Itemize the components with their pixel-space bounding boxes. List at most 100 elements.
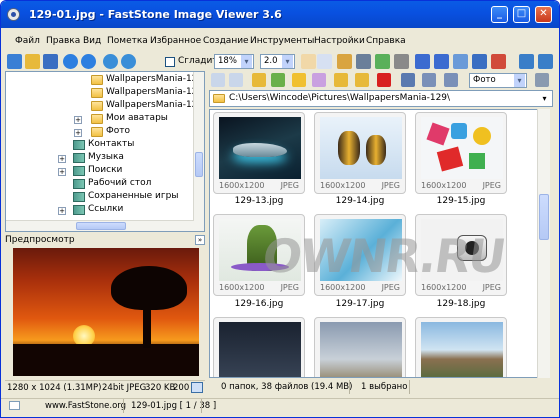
tree-vertical-scrollbar[interactable] [193,72,204,231]
shape-yellow [473,127,491,145]
thumbnails-icon[interactable] [401,73,415,87]
expand-icon[interactable]: + [74,129,82,137]
fit-icon[interactable] [191,382,203,393]
view-select[interactable]: Фото [469,73,527,88]
folder-icon [91,75,103,85]
fullscreen-icon[interactable] [472,54,487,69]
folder-icon [91,101,103,111]
rotate-left-icon[interactable] [415,54,430,69]
up-folder-icon[interactable] [252,73,266,87]
resize-icon[interactable] [394,54,409,69]
folder-open-icon[interactable] [25,54,40,69]
folder-copy-icon[interactable] [334,73,348,87]
tree-item[interactable]: WallpapersMania-129 [91,100,203,113]
list-view-icon[interactable] [422,73,436,87]
layout-icon[interactable] [519,54,534,69]
app-icon[interactable] [7,8,20,21]
email-icon[interactable] [453,54,468,69]
zoom-select[interactable]: 18% [214,54,254,69]
menu-mark[interactable]: Пометка [107,36,148,46]
tree-item[interactable]: WallpapersMania-125 [91,74,203,87]
image-format: 24bit JPEG [102,383,147,393]
expand-icon[interactable]: + [74,116,82,124]
thumbnail-format: JPEG [280,181,299,190]
image-zoom: 200 [173,383,190,393]
expand-icon[interactable]: + [58,207,66,215]
title-bar[interactable]: 129-01.jpg - FastStone Image Viewer 3.6 … [1,1,559,28]
tree-item[interactable]: + Ссылки [58,204,201,217]
tree-item[interactable]: + Поиски [58,165,201,178]
save-icon[interactable] [43,54,58,69]
ratio-select[interactable]: 2.0 [260,54,295,69]
menu-view[interactable]: Вид [83,36,101,46]
crop-icon[interactable] [356,54,371,69]
path-text: C:\Users\Wincode\Pictures\WallpapersMani… [229,93,451,103]
close-button[interactable]: ✕ [535,6,552,23]
tree-item[interactable]: Контакты [58,139,201,152]
thumbnail-item[interactable] [314,317,406,377]
website-link[interactable]: www.FastStone.org [45,401,126,411]
prev-icon[interactable] [63,54,78,69]
maximize-button[interactable]: □ [513,6,530,23]
scroll-thumb[interactable] [76,222,126,230]
thumbnail-item[interactable] [415,317,507,377]
window-title: 129-01.jpg - FastStone Image Viewer 3.6 [29,8,282,21]
thumbnail-image [219,117,301,179]
current-file: 129-01.jpg [ 1 / 38 ] [131,401,217,411]
select-icon[interactable] [337,54,352,69]
tree-item[interactable]: Сохраненные игры [58,191,201,204]
delete-icon[interactable] [377,73,391,87]
scroll-thumb[interactable] [539,194,549,240]
zoom-in-icon[interactable] [103,54,118,69]
thumbnail-item[interactable]: 1600x1200 JPEG [314,112,406,194]
menu-edit[interactable]: Правка [46,36,80,46]
main-toolbar: Сгладить 18% 2.0 [1,53,559,71]
menu-file[interactable]: Файл [15,36,40,46]
thumbnail-item[interactable] [213,317,305,377]
copy-to-icon[interactable] [312,73,326,87]
forward-icon[interactable] [229,73,243,87]
path-bar[interactable]: C:\Users\Wincode\Pictures\WallpapersMani… [209,90,553,107]
next-icon[interactable] [81,54,96,69]
edit-icon[interactable] [375,54,390,69]
menu-settings[interactable]: Настройки [314,36,365,46]
open-icon[interactable] [7,54,22,69]
expand-icon[interactable]: + [58,155,66,163]
hand-dropdown-icon[interactable] [317,54,332,69]
tree-item[interactable]: WallpapersMania-126 [91,87,203,100]
menu-help[interactable]: Справка [366,36,406,46]
thumbnail-item[interactable]: 1600x1200 JPEG [415,112,507,194]
smooth-checkbox[interactable] [165,57,175,67]
rotate-right-icon[interactable] [434,54,449,69]
menu-tools[interactable]: Инструменты [250,36,314,46]
menu-create[interactable]: Создание [203,36,249,46]
thumbnail-item[interactable]: 1600x1200 JPEG [213,112,305,194]
tree-item[interactable]: + Фото [74,126,201,139]
browser-status-bar: 0 папок, 38 файлов (19.4 MB) 1 выбрано [209,380,553,394]
shape-blue [451,123,467,139]
tree-horizontal-scrollbar[interactable] [6,220,194,231]
chevron-down-icon[interactable]: ▾ [539,93,550,104]
settings-icon[interactable] [535,73,549,87]
favorite-icon[interactable] [292,73,306,87]
menu-favorites[interactable]: Избранное [150,36,201,46]
zoom-out-icon[interactable] [121,54,136,69]
hand-icon[interactable] [301,54,316,69]
back-icon[interactable] [211,73,225,87]
scroll-thumb[interactable] [195,152,203,177]
tree-item[interactable]: + Музыка [58,152,201,165]
thumbnail-image [219,322,301,377]
shape-green [469,153,485,169]
tree-item[interactable]: Рабочий стол [58,178,201,191]
refresh-icon[interactable] [271,73,285,87]
grid-vertical-scrollbar[interactable] [537,109,550,378]
tree-item[interactable]: + Мои аватары [74,113,201,126]
minimize-button[interactable]: _ [491,6,508,23]
slideshow-icon[interactable] [491,54,506,69]
details-view-icon[interactable] [444,73,458,87]
layout-alt-icon[interactable] [538,54,553,69]
image-info-bar: 1280 x 1024 (1.31MP) 24bit JPEG 320 KB 2… [5,380,205,394]
expand-icon[interactable]: + [58,168,66,176]
folder-move-icon[interactable] [355,73,369,87]
collapse-icon[interactable]: » [195,235,205,245]
